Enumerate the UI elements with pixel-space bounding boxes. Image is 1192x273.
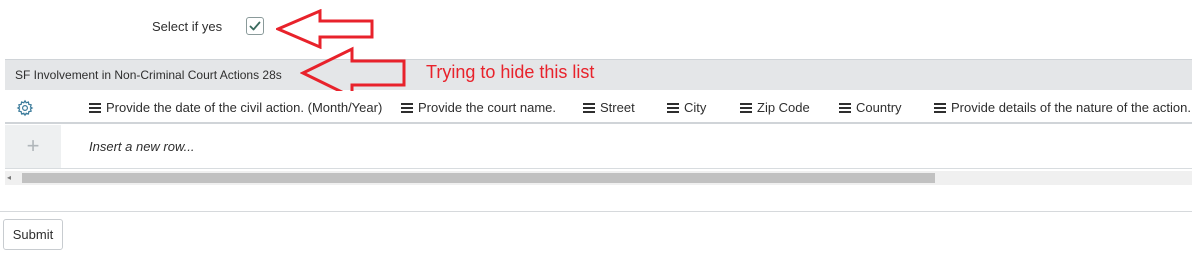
insert-row[interactable]: + Insert a new row... — [5, 125, 1192, 169]
column-menu-icon[interactable] — [89, 102, 101, 113]
column-header-details[interactable]: Provide details of the nature of the act… — [934, 100, 1191, 115]
insert-row-text[interactable]: Insert a new row... — [89, 139, 195, 154]
checkmark-icon — [249, 21, 261, 31]
column-label: Zip Code — [757, 100, 810, 115]
column-label: Country — [856, 100, 902, 115]
scroll-left-arrow-icon[interactable]: ◂ — [7, 173, 11, 183]
column-header-zip-code[interactable]: Zip Code — [740, 100, 810, 115]
column-menu-icon[interactable] — [839, 102, 851, 113]
list-header: SF Involvement in Non-Criminal Court Act… — [5, 59, 1192, 90]
column-header-row: Provide the date of the civil action. (M… — [5, 91, 1192, 124]
column-menu-icon[interactable] — [667, 102, 679, 113]
scrollbar-thumb[interactable] — [22, 173, 935, 183]
column-label: Street — [600, 100, 635, 115]
column-header-country[interactable]: Country — [839, 100, 902, 115]
column-header-street[interactable]: Street — [583, 100, 635, 115]
column-label: Provide details of the nature of the act… — [951, 100, 1191, 115]
horizontal-scrollbar[interactable]: ◂ — [5, 171, 1192, 185]
add-row-plus-icon[interactable]: + — [5, 125, 61, 168]
list-title: SF Involvement in Non-Criminal Court Act… — [15, 68, 282, 82]
submit-button[interactable]: Submit — [3, 219, 63, 250]
gear-icon[interactable] — [16, 99, 34, 117]
column-label: Provide the court name. — [418, 100, 557, 115]
column-label: Provide the date of the civil action. (M… — [106, 100, 383, 115]
column-header-date[interactable]: Provide the date of the civil action. (M… — [89, 100, 382, 115]
annotation-note: Trying to hide this list — [426, 62, 595, 82]
column-menu-icon[interactable] — [740, 102, 752, 113]
column-menu-icon[interactable] — [934, 102, 946, 113]
column-menu-icon[interactable] — [583, 102, 595, 113]
column-label: City — [684, 100, 707, 115]
annotation-arrow-checkbox — [276, 9, 374, 49]
divider — [0, 211, 1192, 212]
column-header-city[interactable]: City — [667, 100, 706, 115]
column-menu-icon[interactable] — [401, 102, 413, 113]
checkbox-label: Select if yes — [152, 19, 223, 34]
select-if-yes-checkbox[interactable] — [246, 17, 264, 35]
column-header-court-name[interactable]: Provide the court name. — [401, 100, 556, 115]
